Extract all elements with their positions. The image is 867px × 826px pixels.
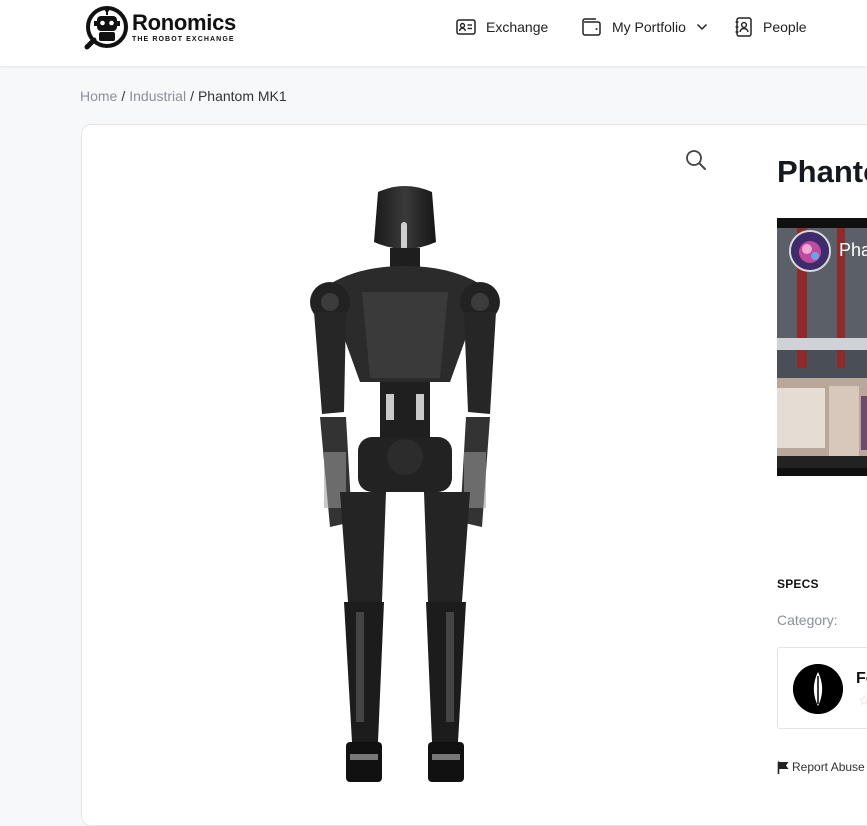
product-image[interactable]: [300, 182, 510, 787]
breadcrumb-industrial[interactable]: Industrial: [129, 88, 186, 104]
specs-heading: SPECS: [777, 577, 819, 591]
id-card-icon: [456, 19, 476, 35]
flag-icon: [777, 761, 789, 774]
product-video[interactable]: Pha: [777, 218, 867, 476]
report-abuse-label: Report Abuse: [792, 760, 865, 774]
brand-name: Ronomics: [132, 9, 236, 35]
seller-name: Fo: [856, 670, 867, 687]
seller-card[interactable]: Fo ☆: [777, 647, 867, 729]
nav-people-label: People: [763, 19, 807, 35]
video-title: Pha: [839, 240, 867, 260]
nav-my-portfolio-label: My Portfolio: [612, 19, 686, 35]
star-outline-icon: ☆: [858, 692, 867, 708]
channel-avatar: [789, 230, 831, 272]
breadcrumb-separator: /: [121, 88, 126, 104]
report-abuse-link[interactable]: Report Abuse: [777, 760, 865, 774]
category-label: Category:: [777, 612, 838, 628]
breadcrumb-home[interactable]: Home: [80, 88, 117, 104]
nav-exchange-label: Exchange: [486, 19, 549, 35]
nav-exchange[interactable]: Exchange: [456, 16, 548, 38]
robot-logo-icon: [84, 6, 128, 50]
product-title: Phanto: [777, 154, 867, 189]
breadcrumb-separator: /: [190, 88, 194, 104]
nav-people[interactable]: People: [735, 16, 807, 38]
seller-logo-icon: [793, 664, 843, 714]
brand-tagline: THE ROBOT EXCHANGE: [132, 35, 235, 43]
contact-book-icon: [735, 17, 752, 37]
breadcrumb-current: Phantom MK1: [197, 88, 287, 104]
nav-my-portfolio[interactable]: My Portfolio: [582, 16, 708, 38]
breadcrumb: Home / Industrial / Phantom MK1: [80, 88, 287, 104]
brand-logo[interactable]: Ronomics THE ROBOT EXCHANGE: [84, 4, 236, 50]
wallet-icon: [582, 18, 601, 36]
chevron-down-icon: [696, 23, 707, 31]
site-header: Ronomics THE ROBOT EXCHANGE Exchange My …: [0, 0, 867, 66]
zoom-magnifier-icon[interactable]: [684, 148, 708, 172]
